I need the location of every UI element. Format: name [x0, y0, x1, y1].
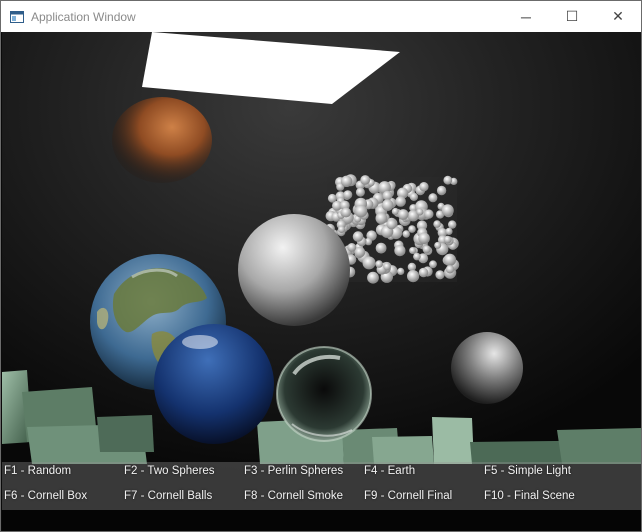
- cluster-sphere: [367, 271, 379, 284]
- menu-item-cornell-box[interactable]: F6 - Cornell Box: [4, 490, 87, 502]
- cluster-sphere: [424, 209, 434, 219]
- application-window: Application Window ─ ☐ ✕ F1 - Random F2 …: [0, 0, 642, 532]
- menu-item-two-spheres[interactable]: F2 - Two Spheres: [124, 465, 215, 477]
- cluster-sphere: [362, 256, 376, 270]
- render-viewport[interactable]: F1 - Random F2 - Two Spheres F3 - Perlin…: [2, 32, 641, 531]
- cluster-sphere: [413, 252, 421, 261]
- menu-item-cornell-final[interactable]: F9 - Cornell Final: [364, 490, 452, 502]
- cluster-sphere: [445, 227, 453, 235]
- cluster-sphere: [409, 192, 418, 201]
- cluster-sphere: [429, 260, 437, 269]
- rendered-scene: [2, 32, 641, 531]
- cluster-sphere: [445, 265, 455, 274]
- minimize-icon: ─: [521, 8, 531, 25]
- cluster-sphere: [355, 187, 365, 197]
- minimize-button[interactable]: ─: [503, 1, 549, 32]
- menu-item-cornell-smoke[interactable]: F8 - Cornell Smoke: [244, 490, 343, 502]
- cluster-sphere: [394, 245, 406, 257]
- copper-sphere: [112, 97, 212, 183]
- cluster-sphere: [381, 199, 394, 211]
- window-title: Application Window: [31, 9, 136, 24]
- cluster-sphere: [360, 175, 371, 185]
- cluster-sphere: [337, 225, 346, 234]
- cluster-sphere: [395, 196, 406, 207]
- title-bar[interactable]: Application Window ─ ☐ ✕: [1, 1, 641, 32]
- cluster-sphere: [428, 193, 438, 203]
- cluster-sphere: [443, 235, 452, 244]
- scene-menu-row-1: F1 - Random F2 - Two Spheres F3 - Perlin…: [2, 462, 641, 486]
- cluster-sphere: [340, 175, 353, 187]
- perlin-sphere: [238, 214, 350, 326]
- menu-item-simple-light[interactable]: F5 - Simple Light: [484, 465, 571, 477]
- menu-item-perlin-spheres[interactable]: F3 - Perlin Spheres: [244, 465, 343, 477]
- menu-item-final-scene[interactable]: F10 - Final Scene: [484, 490, 575, 502]
- scene-menu: F1 - Random F2 - Two Spheres F3 - Perlin…: [2, 462, 641, 511]
- cluster-sphere: [418, 232, 430, 245]
- cluster-sphere: [327, 193, 337, 203]
- maximize-button[interactable]: ☐: [549, 1, 595, 32]
- cluster-sphere: [383, 262, 391, 271]
- cluster-sphere: [375, 260, 383, 268]
- cluster-sphere: [422, 245, 431, 254]
- cluster-sphere: [433, 220, 441, 228]
- cluster-sphere: [407, 270, 420, 283]
- metal-sphere: [451, 332, 523, 404]
- cluster-sphere: [434, 241, 442, 249]
- cluster-sphere: [375, 212, 388, 225]
- cluster-sphere: [443, 253, 457, 267]
- cluster-sphere: [375, 242, 387, 254]
- cluster-sphere: [416, 208, 424, 216]
- cluster-sphere: [441, 204, 454, 217]
- cluster-sphere: [409, 247, 417, 254]
- cluster-sphere: [397, 267, 405, 275]
- scene-menu-row-2: F6 - Cornell Box F7 - Cornell Balls F8 -…: [2, 487, 641, 511]
- cluster-sphere: [407, 262, 417, 272]
- cluster-sphere: [343, 190, 353, 200]
- close-button[interactable]: ✕: [595, 1, 641, 32]
- cluster-sphere: [435, 270, 445, 280]
- cluster-sphere: [448, 220, 457, 229]
- cluster-sphere: [418, 267, 429, 278]
- menu-item-earth[interactable]: F4 - Earth: [364, 465, 415, 477]
- window-app-icon: [9, 9, 25, 25]
- cluster-sphere: [408, 225, 416, 233]
- cluster-sphere: [436, 185, 447, 196]
- cluster-sphere: [419, 182, 429, 192]
- maximize-icon: ☐: [565, 8, 579, 24]
- menu-item-cornell-balls[interactable]: F7 - Cornell Balls: [124, 490, 212, 502]
- window-controls: ─ ☐ ✕: [503, 1, 641, 32]
- close-icon: ✕: [612, 8, 624, 24]
- cluster-sphere: [352, 231, 364, 242]
- cluster-sphere: [347, 243, 357, 252]
- cluster-sphere: [397, 209, 409, 220]
- menu-item-random[interactable]: F1 - Random: [4, 465, 71, 477]
- cluster-sphere: [443, 175, 453, 185]
- cluster-sphere: [382, 190, 393, 201]
- scene-floor-shadow: [2, 510, 641, 531]
- cluster-sphere: [402, 230, 410, 238]
- glass-sphere: [276, 346, 372, 442]
- cluster-sphere: [341, 207, 352, 218]
- cluster-sphere: [354, 204, 368, 218]
- cluster-sphere: [386, 219, 397, 230]
